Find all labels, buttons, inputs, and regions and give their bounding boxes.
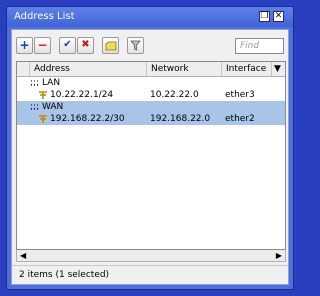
cell-address: 192.168.22.2/30 [50, 114, 125, 124]
group-comment: ;;; WAN [30, 102, 64, 112]
close-icon[interactable]: ✕ [273, 11, 284, 22]
address-list-window: Address List ❐ ✕ + − ✔ ✖ Find Address Ne… [6, 6, 294, 290]
group-comment: ;;; LAN [30, 78, 61, 88]
scroll-left-icon[interactable]: ◀ [20, 250, 26, 261]
remove-icon: − [37, 38, 48, 52]
disable-button[interactable]: ✖ [77, 37, 94, 54]
table-row[interactable]: 192.168.22.2/30 192.168.22.0 ether2 [17, 113, 285, 125]
column-header-address[interactable]: Address [30, 62, 147, 76]
disable-icon: ✖ [81, 39, 90, 50]
comment-button[interactable] [102, 37, 119, 54]
cell-interface: ether3 [225, 90, 255, 100]
address-plug-icon [39, 115, 47, 123]
window-title: Address List [14, 11, 75, 22]
table-header: Address Network Interface ▼ [17, 62, 285, 77]
table-row[interactable]: 10.22.22.1/24 10.22.22.0 ether3 [17, 89, 285, 101]
filter-button[interactable] [127, 37, 144, 54]
header-spacer [17, 62, 30, 76]
remove-button[interactable]: − [34, 37, 51, 54]
group-comment-row[interactable]: ;;; LAN [17, 77, 285, 89]
cell-network: 10.22.22.0 [150, 90, 199, 100]
column-header-interface[interactable]: Interface [222, 62, 272, 76]
cell-address: 10.22.22.1/24 [50, 90, 114, 100]
filter-icon [130, 40, 141, 51]
column-header-network[interactable]: Network [147, 62, 222, 76]
title-bar[interactable]: Address List ❐ ✕ [7, 7, 293, 27]
address-table: Address Network Interface ▼ ;;; LAN 10.2… [16, 61, 286, 250]
cell-interface: ether2 [225, 114, 255, 124]
enable-button[interactable]: ✔ [59, 37, 76, 54]
address-plug-icon [39, 91, 47, 99]
add-button[interactable]: + [16, 37, 33, 54]
window-client: + − ✔ ✖ Find Address Network Interface ▼… [11, 29, 289, 285]
find-input[interactable]: Find [235, 38, 284, 54]
horizontal-scrollbar[interactable]: ◀ ▶ [16, 250, 286, 262]
column-menu-icon[interactable]: ▼ [272, 62, 285, 76]
restore-icon[interactable]: ❐ [259, 11, 270, 22]
comment-icon [105, 41, 116, 51]
status-text: 2 items (1 selected) [19, 270, 110, 280]
toolbar: + − ✔ ✖ Find [12, 30, 288, 56]
group-comment-row[interactable]: ;;; WAN [17, 101, 285, 113]
cell-network: 192.168.22.0 [150, 114, 211, 124]
scroll-right-icon[interactable]: ▶ [276, 250, 282, 261]
enable-icon: ✔ [63, 39, 72, 50]
add-icon: + [19, 38, 30, 52]
status-bar: 2 items (1 selected) [12, 265, 288, 284]
